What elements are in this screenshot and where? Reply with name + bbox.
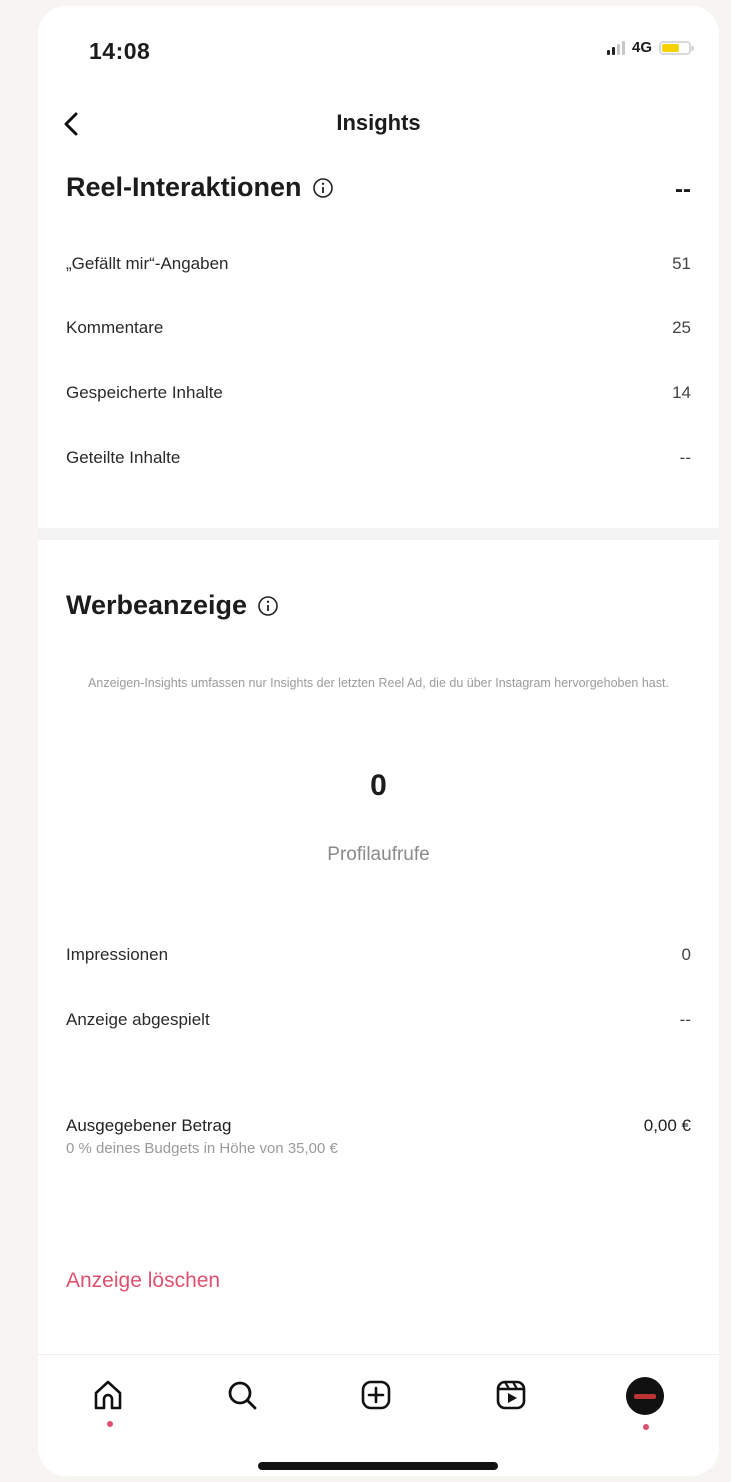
home-icon: [94, 1380, 122, 1410]
profile-views-value: 0: [370, 769, 387, 802]
list-item: Anzeige abgespielt --: [66, 1005, 691, 1035]
reel-interactions-heading: Reel-Interaktionen: [66, 172, 302, 202]
ad-title: Werbeanzeige: [66, 590, 279, 621]
delete-ad-button[interactable]: Anzeige löschen: [66, 1269, 220, 1293]
battery-icon: [659, 40, 694, 55]
budget-note: 0 % deines Budgets in Höhe von 35,00 €: [66, 1140, 338, 1157]
row-label: Kommentare: [66, 318, 164, 337]
amount-spent: Ausgegebener Betrag 0 % deines Budgets i…: [66, 1116, 691, 1157]
search-icon: [228, 1381, 257, 1410]
row-value: 51: [672, 254, 691, 273]
ad-insights-note: Anzeigen-Insights umfassen nur Insights …: [88, 676, 669, 690]
tab-profile[interactable]: [626, 1377, 666, 1430]
section-divider: [38, 528, 719, 540]
reels-icon: [496, 1380, 526, 1410]
row-label: Geteilte Inhalte: [66, 448, 181, 467]
reel-interactions-total: --: [675, 176, 691, 203]
page-title: Insights: [336, 110, 421, 135]
row-label: Impressionen: [66, 945, 169, 964]
home-indicator: [258, 1462, 498, 1470]
tab-create[interactable]: [358, 1377, 398, 1417]
status-bar: 14:08 4G: [38, 6, 719, 96]
status-time: 14:08: [89, 38, 151, 64]
network-label: 4G: [631, 39, 652, 56]
avatar: [626, 1377, 664, 1415]
tab-bar: [38, 1354, 719, 1435]
status-indicators: 4G: [606, 39, 694, 56]
reel-interactions-title: Reel-Interaktionen: [66, 172, 334, 203]
list-item: Kommentare 25: [66, 313, 691, 343]
row-value: 0: [681, 945, 691, 964]
list-item: „Gefällt mir“-Angaben 51: [66, 249, 691, 279]
amount-spent-value: 0,00 €: [643, 1116, 691, 1135]
row-value: 25: [672, 318, 691, 337]
list-item: Gespeicherte Inhalte 14: [66, 378, 691, 408]
row-label: Gespeicherte Inhalte: [66, 383, 223, 402]
ad-heading: Werbeanzeige: [66, 590, 248, 620]
phone-screen: 14:08 4G Insights Reel-Interaktionen -- …: [38, 6, 719, 1476]
notification-dot: [107, 1421, 113, 1427]
row-value: 14: [672, 383, 691, 402]
list-item: Impressionen 0: [66, 940, 691, 970]
tab-reels[interactable]: [493, 1377, 533, 1417]
row-value: --: [679, 448, 691, 467]
info-icon[interactable]: [257, 595, 279, 617]
list-item: Geteilte Inhalte --: [66, 443, 691, 473]
nav-bar: Insights: [38, 98, 719, 158]
tab-search[interactable]: [224, 1377, 264, 1417]
signal-icon: [606, 40, 625, 55]
tab-home[interactable]: [90, 1377, 130, 1427]
amount-spent-label: Ausgegebener Betrag: [66, 1116, 232, 1135]
row-label: Anzeige abgespielt: [66, 1010, 210, 1029]
row-value: --: [679, 1010, 691, 1029]
notification-dot: [643, 1424, 649, 1430]
info-icon[interactable]: [312, 177, 334, 199]
row-label: „Gefällt mir“-Angaben: [66, 254, 229, 273]
create-icon: [361, 1380, 391, 1410]
profile-views-label: Profilaufrufe: [327, 844, 430, 865]
